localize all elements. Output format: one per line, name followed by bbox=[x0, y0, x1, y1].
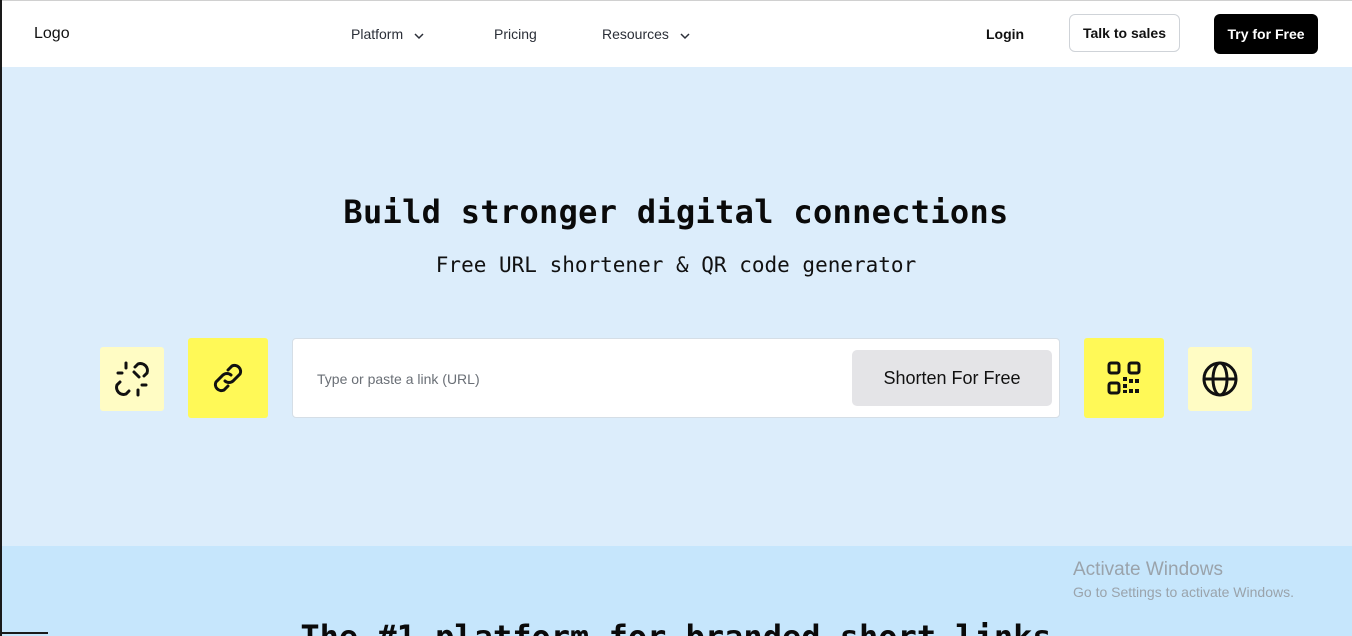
nav-resources[interactable]: Resources bbox=[602, 26, 691, 42]
talk-to-sales-button[interactable]: Talk to sales bbox=[1069, 14, 1180, 52]
qr-code-tile bbox=[1084, 338, 1164, 418]
nav-pricing-label: Pricing bbox=[494, 26, 537, 42]
login-link[interactable]: Login bbox=[986, 26, 1024, 42]
try-for-free-button[interactable]: Try for Free bbox=[1214, 14, 1318, 54]
window-top-border bbox=[0, 0, 1352, 1]
shorten-button[interactable]: Shorten For Free bbox=[852, 350, 1052, 406]
section-title: The #1 platform for branded short links bbox=[0, 618, 1352, 636]
globe-icon bbox=[1202, 361, 1238, 397]
chevron-down-icon bbox=[414, 32, 424, 39]
qr-code-icon bbox=[1107, 361, 1141, 395]
hero-section: Build stronger digital connections Free … bbox=[0, 67, 1352, 546]
link-tile bbox=[188, 338, 268, 418]
chevron-down-icon bbox=[680, 32, 690, 39]
site-logo[interactable]: Logo bbox=[34, 25, 70, 43]
globe-tile bbox=[1188, 347, 1252, 411]
broken-link-tile bbox=[100, 347, 164, 411]
site-header: Logo Platform Pricing Resources Login Ta… bbox=[0, 0, 1352, 67]
url-input[interactable] bbox=[309, 361, 845, 397]
nav-pricing[interactable]: Pricing bbox=[494, 26, 537, 42]
window-left-border bbox=[0, 0, 2, 636]
activate-windows-watermark: Activate Windows Go to Settings to activ… bbox=[1073, 559, 1294, 602]
url-shortener-form: Shorten For Free bbox=[292, 338, 1060, 418]
broken-link-icon bbox=[115, 361, 149, 397]
activate-windows-subtitle: Go to Settings to activate Windows. bbox=[1073, 584, 1294, 600]
link-icon bbox=[213, 363, 243, 393]
taskbar-edge bbox=[0, 632, 48, 634]
nav-resources-label: Resources bbox=[602, 26, 669, 42]
nav-platform-label: Platform bbox=[351, 26, 404, 42]
branded-links-section: The #1 platform for branded short links … bbox=[0, 546, 1352, 636]
activate-windows-title: Activate Windows bbox=[1073, 559, 1223, 580]
hero-title: Build stronger digital connections bbox=[343, 193, 1009, 231]
hero-subtitle: Free URL shortener & QR code generator bbox=[435, 253, 917, 277]
nav-platform[interactable]: Platform bbox=[351, 26, 425, 42]
